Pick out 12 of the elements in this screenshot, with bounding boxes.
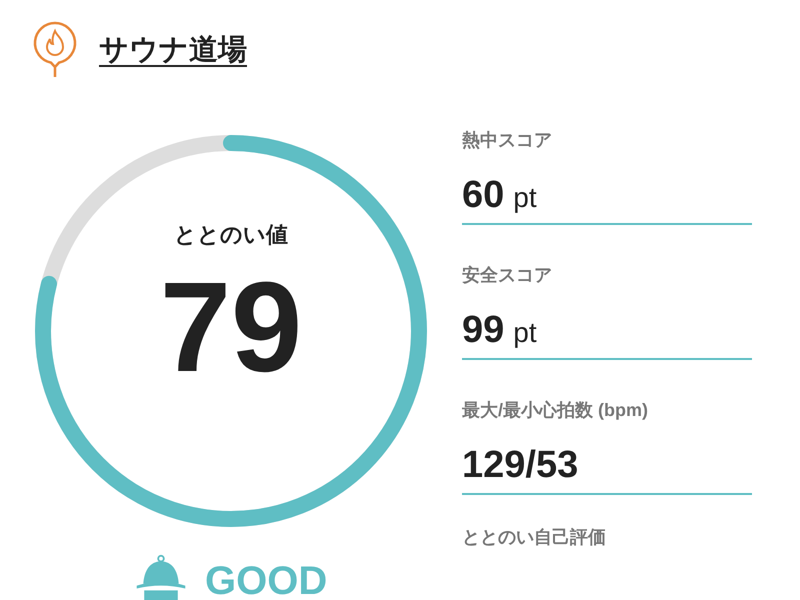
self-rating-label: ととのい自己評価	[462, 526, 607, 549]
metric-value: 99 pt	[462, 309, 538, 352]
gauge-value: 79	[160, 264, 302, 392]
page-title[interactable]: サウナ道場	[99, 30, 247, 70]
flame-pin-icon	[33, 21, 77, 79]
metric-label: 熱中スコア	[462, 129, 553, 152]
metric-label: 最大/最小心拍数 (bpm)	[462, 399, 649, 422]
metric-value: 60 pt	[462, 174, 538, 217]
metric-value: 129/53	[462, 444, 580, 487]
gauge-label: ととのい値	[174, 221, 288, 249]
metric-label: 安全スコア	[462, 264, 553, 287]
rating-text: GOOD	[205, 558, 328, 600]
